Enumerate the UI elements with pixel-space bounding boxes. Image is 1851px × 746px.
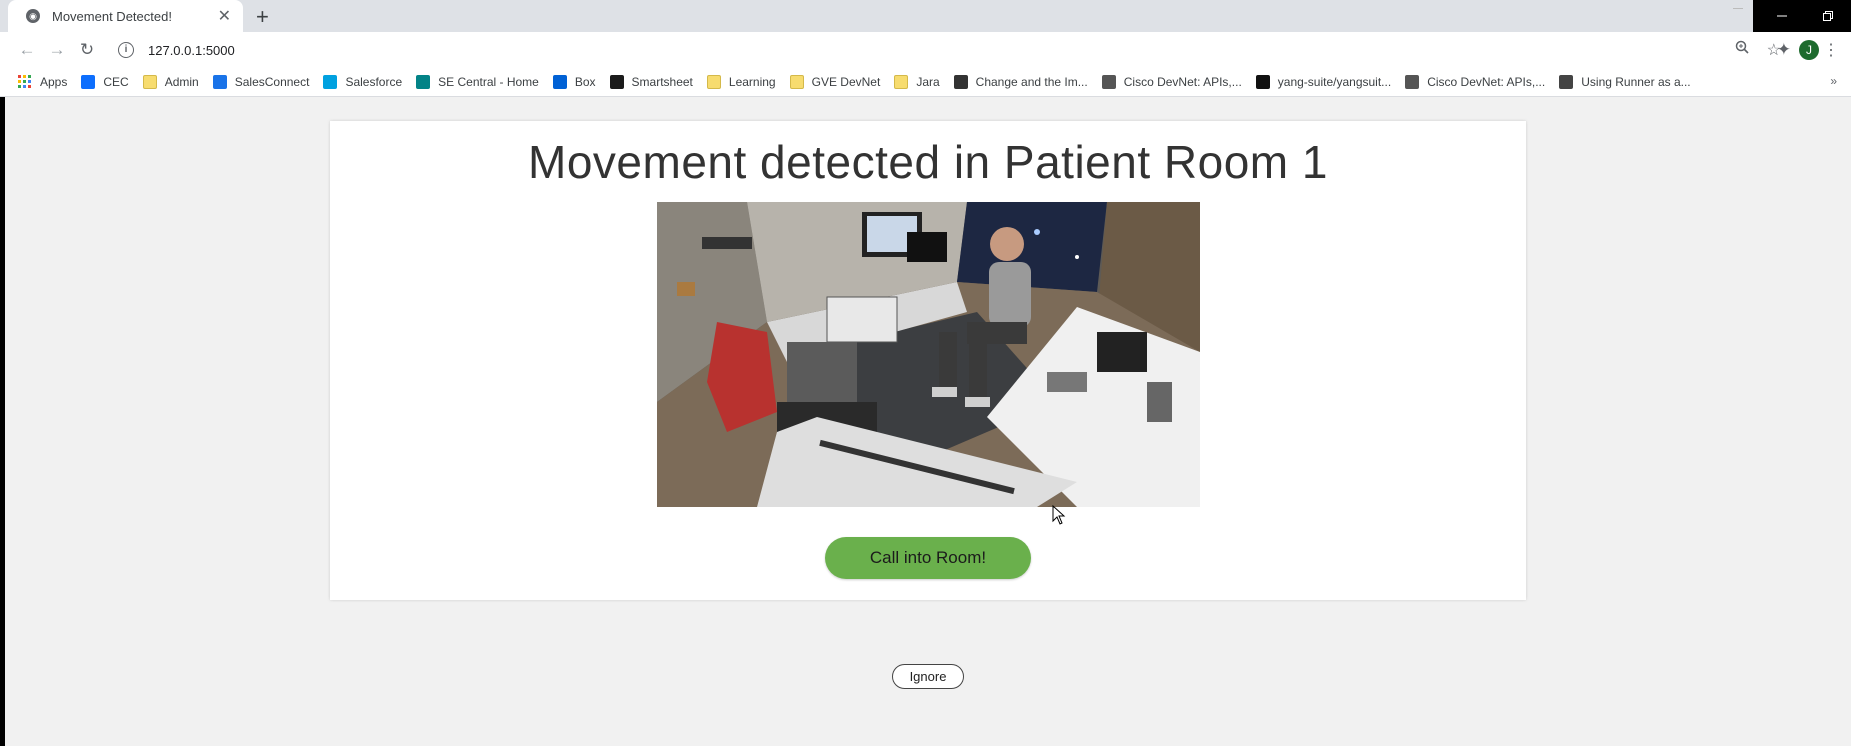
- camera-image: [657, 202, 1200, 507]
- folder-icon: [789, 75, 804, 89]
- cisco-icon: [1101, 75, 1116, 89]
- tab-title: Movement Detected!: [52, 8, 172, 24]
- bookmark-item[interactable]: SE Central - Home: [416, 75, 539, 89]
- address-bar[interactable]: i 127.0.0.1:5000 ☆: [112, 36, 1781, 64]
- reload-icon[interactable]: ↻: [72, 40, 102, 60]
- mouse-cursor-icon: [1052, 505, 1066, 525]
- site-info-icon[interactable]: i: [118, 42, 134, 58]
- bookmark-item[interactable]: Box: [552, 75, 596, 89]
- folder-icon: [706, 75, 721, 89]
- bookmark-item[interactable]: Using Runner as a...: [1559, 75, 1691, 89]
- profile-avatar[interactable]: J: [1799, 40, 1819, 60]
- bookmark-item[interactable]: Apps: [18, 75, 67, 89]
- zoom-icon[interactable]: [1735, 40, 1749, 60]
- bookmark-label: Learning: [728, 75, 776, 89]
- bookmark-label: Change and the Im...: [975, 75, 1088, 89]
- cisco-icon: [1405, 75, 1420, 89]
- browser-tab-active[interactable]: ◉ Movement Detected! ✕: [8, 0, 243, 32]
- minimize-button[interactable]: [1759, 0, 1805, 32]
- sharepoint-icon: [416, 75, 431, 89]
- camera-snapshot: [657, 202, 1200, 507]
- github-icon: [1255, 75, 1270, 89]
- forward-arrow-icon[interactable]: →: [42, 40, 72, 60]
- bookmark-item[interactable]: GVE DevNet: [789, 75, 881, 89]
- new-tab-button[interactable]: +: [256, 4, 269, 30]
- restore-button[interactable]: [1805, 0, 1851, 32]
- bookmark-label: Box: [574, 75, 596, 89]
- back-arrow-icon[interactable]: ←: [12, 40, 42, 60]
- doc-icon: [1559, 75, 1574, 89]
- bookmarks-overflow-icon[interactable]: »: [1830, 74, 1837, 88]
- bookmark-item[interactable]: Admin: [142, 75, 199, 89]
- tab-close-icon[interactable]: ✕: [218, 6, 231, 26]
- bookmark-label: CEC: [103, 75, 129, 89]
- bookmark-item[interactable]: SalesConnect: [212, 75, 310, 89]
- bookmark-label: SalesConnect: [234, 75, 310, 89]
- browser-toolbar: ← → ↻ i 127.0.0.1:5000 ☆ ✦ J ⋮: [0, 32, 1851, 68]
- browser-chrome: ◉ Movement Detected! ✕ + ← → ↻ i 127.0.0…: [0, 0, 1851, 97]
- bookmark-label: Cisco DevNet: APIs,...: [1427, 75, 1546, 89]
- window-controls: [1759, 0, 1851, 32]
- ignore-button[interactable]: Ignore: [892, 664, 964, 689]
- bookmark-label: yang-suite/yangsuit...: [1277, 75, 1392, 89]
- bookmark-label: Jara: [916, 75, 940, 89]
- smartsheet-icon: [609, 75, 624, 89]
- divider: [1733, 8, 1743, 9]
- page-title: Movement detected in Patient Room 1: [528, 136, 1328, 188]
- folder-icon: [142, 75, 157, 89]
- bookmark-item[interactable]: Cisco DevNet: APIs,...: [1101, 75, 1242, 89]
- globe-icon: ◉: [26, 9, 40, 23]
- bookmark-label: Using Runner as a...: [1581, 75, 1691, 89]
- bookmarks-bar: Apps CEC Admin SalesConnect Salesforce SE Cen…: [0, 68, 1851, 97]
- alert-card: Movement detected in Patient Room 1 Call…: [330, 121, 1526, 600]
- call-into-room-button[interactable]: Call into Room!: [825, 537, 1031, 579]
- bookmark-label: Apps: [40, 75, 68, 89]
- bookmark-item[interactable]: CEC: [81, 75, 129, 89]
- bookmark-label: GVE DevNet: [811, 75, 881, 89]
- folder-icon: [894, 75, 909, 89]
- bookmark-label: Admin: [164, 75, 199, 89]
- bookmark-item[interactable]: Change and the Im...: [953, 75, 1088, 89]
- bookmark-label: Smartsheet: [631, 75, 693, 89]
- url-text[interactable]: 127.0.0.1:5000: [148, 43, 235, 58]
- restore-icon: [1823, 11, 1833, 21]
- bookmark-item[interactable]: Learning: [706, 75, 776, 89]
- bookmark-label: SE Central - Home: [438, 75, 539, 89]
- salesforce-cloud-icon: [323, 75, 338, 89]
- bookmark-item[interactable]: Cisco DevNet: APIs,...: [1405, 75, 1545, 89]
- bookmark-item[interactable]: Salesforce: [323, 75, 402, 89]
- extensions-puzzle-icon[interactable]: ✦: [1777, 40, 1791, 60]
- bookmark-item[interactable]: yang-suite/yangsuit...: [1255, 75, 1392, 89]
- minimize-icon: [1777, 15, 1787, 17]
- cisco-icon: [953, 75, 968, 89]
- bookmark-item[interactable]: Smartsheet: [609, 75, 693, 89]
- bookmark-item[interactable]: Jara: [894, 75, 940, 89]
- tab-strip: ◉ Movement Detected! ✕ +: [0, 0, 1851, 32]
- bookmark-label: Cisco DevNet: APIs,...: [1123, 75, 1242, 89]
- cec-icon: [81, 75, 96, 89]
- address-bar-actions: ☆: [1735, 40, 1781, 60]
- window-edge: [0, 97, 5, 746]
- kebab-menu-icon[interactable]: ⋮: [1823, 40, 1839, 60]
- box-icon: [552, 75, 567, 89]
- bookmark-label: Salesforce: [345, 75, 403, 89]
- apps-grid-icon: [18, 75, 32, 89]
- salesconnect-icon: [212, 75, 227, 89]
